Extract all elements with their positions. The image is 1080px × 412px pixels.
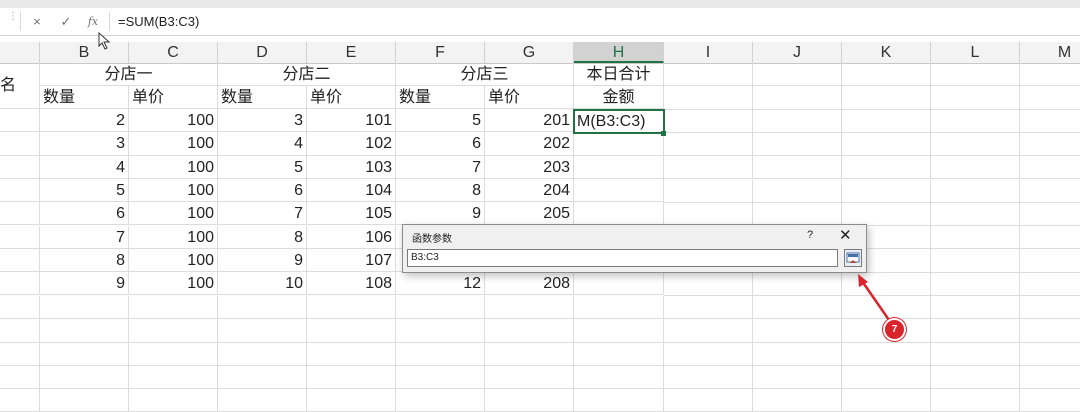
- step-badge: 7: [883, 318, 906, 341]
- mouse-cursor-icon: [98, 32, 111, 50]
- annotation-arrow: [858, 274, 891, 321]
